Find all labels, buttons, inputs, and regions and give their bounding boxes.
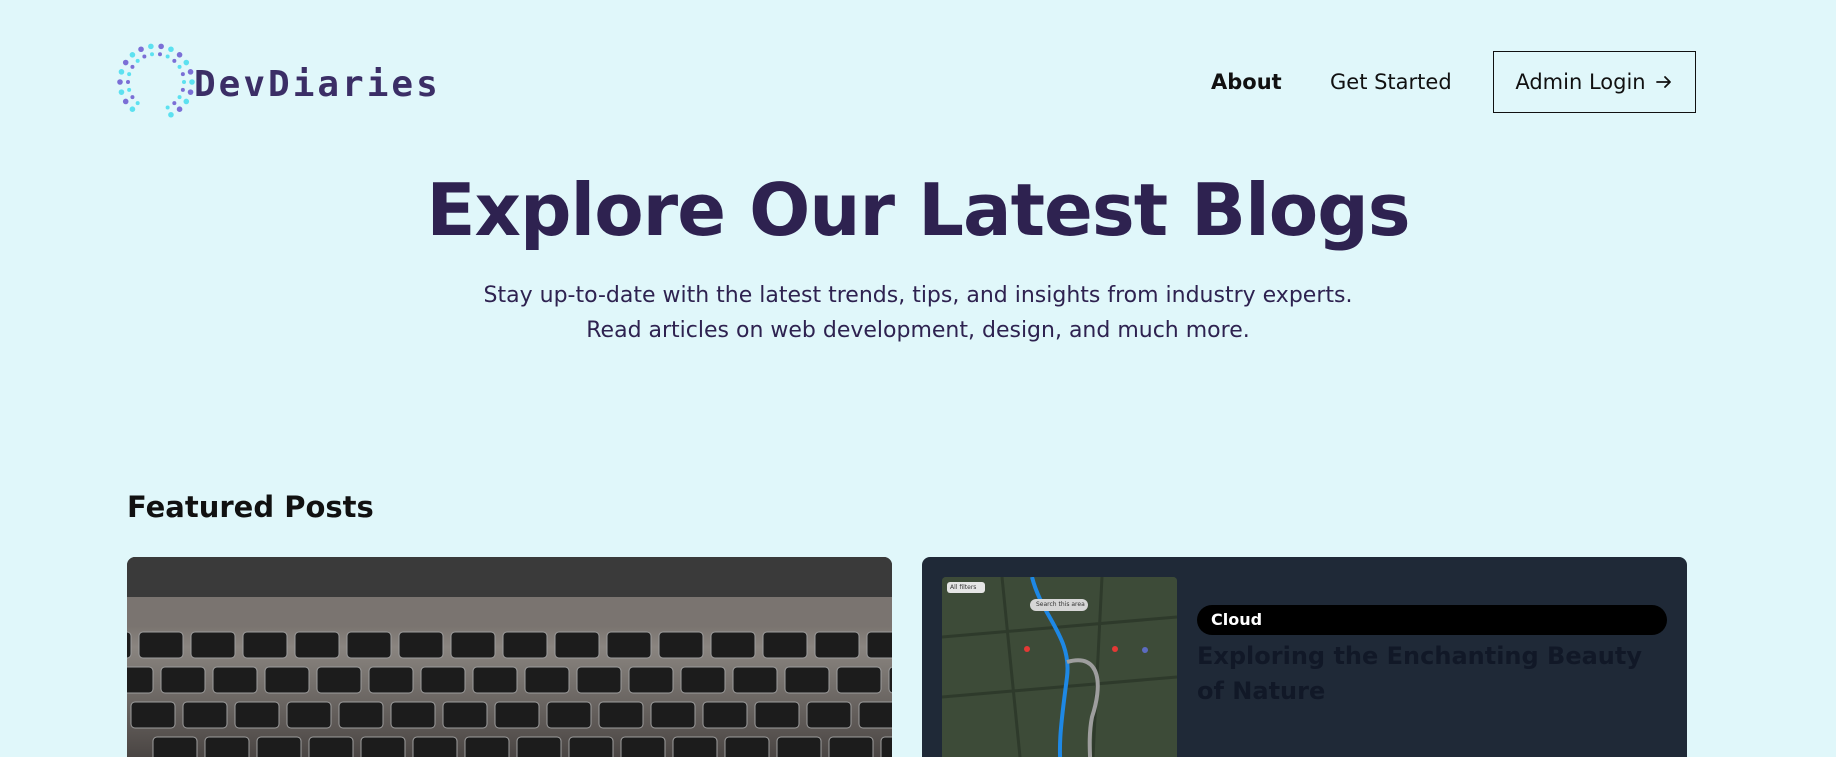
brand-name: DevDiaries bbox=[194, 64, 441, 105]
nav-about-link[interactable]: About bbox=[1211, 70, 1282, 94]
hero-title: Explore Our Latest Blogs bbox=[426, 168, 1410, 252]
featured-post-card[interactable] bbox=[127, 557, 892, 757]
featured-post-card[interactable]: All filters Search this area Cloud Explo… bbox=[922, 557, 1687, 757]
featured-posts-heading: Featured Posts bbox=[127, 490, 374, 524]
nav-get-started-link[interactable]: Get Started bbox=[1330, 70, 1452, 94]
arrow-right-icon bbox=[1655, 76, 1671, 88]
dotted-ring-logo-icon bbox=[117, 43, 195, 118]
hero-subtitle: Stay up-to-date with the latest trends, … bbox=[483, 283, 1353, 343]
site-logo[interactable]: DevDiaries bbox=[116, 40, 456, 126]
laptop-keyboard-image bbox=[127, 557, 892, 757]
post-title[interactable]: Exploring the Enchanting Beauty of Natur… bbox=[1197, 639, 1657, 709]
admin-login-label: Admin Login bbox=[1515, 70, 1646, 94]
admin-login-button[interactable]: Admin Login bbox=[1493, 51, 1696, 113]
site-header: DevDiaries About Get Started Admin Login bbox=[0, 0, 1836, 170]
map-search-chip: Search this area bbox=[1030, 599, 1088, 611]
map-filter-chip: All filters bbox=[947, 582, 985, 593]
post-thumbnail-map: All filters Search this area bbox=[942, 577, 1177, 757]
post-category-tag[interactable]: Cloud bbox=[1197, 605, 1667, 635]
